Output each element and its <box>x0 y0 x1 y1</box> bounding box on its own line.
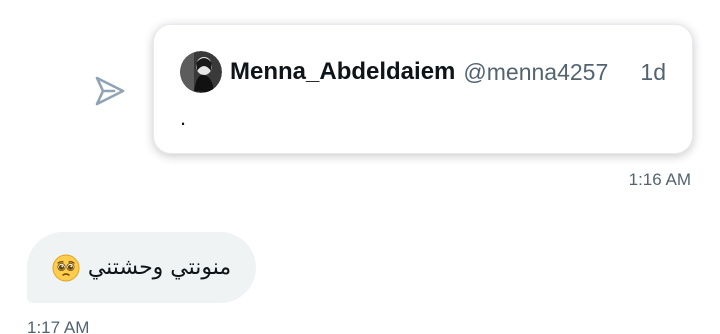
tweet-body: . <box>180 105 187 130</box>
author-handle: @menna4257 <box>463 58 609 85</box>
tweet-age: 1d <box>640 58 666 85</box>
pleading-face-emoji-icon <box>52 254 80 281</box>
avatar[interactable] <box>180 51 222 93</box>
shared-tweet-card[interactable]: Menna_Abdeldaiem @menna4257 1d . <box>153 24 693 154</box>
sent-timestamp: 1:16 AM <box>628 170 691 189</box>
message-text: منونتي وحشتني <box>87 255 232 280</box>
received-timestamp: 1:17 AM <box>27 318 90 334</box>
received-message-bubble[interactable]: منونتي وحشتني <box>27 232 256 303</box>
author-name[interactable]: Menna_Abdeldaiem <box>230 58 455 86</box>
dm-conversation: Menna_Abdeldaiem @menna4257 1d . 1:16 AM… <box>0 0 720 334</box>
tweet-header: Menna_Abdeldaiem @menna4257 1d <box>180 51 666 93</box>
send-arrow-icon[interactable] <box>92 74 126 108</box>
